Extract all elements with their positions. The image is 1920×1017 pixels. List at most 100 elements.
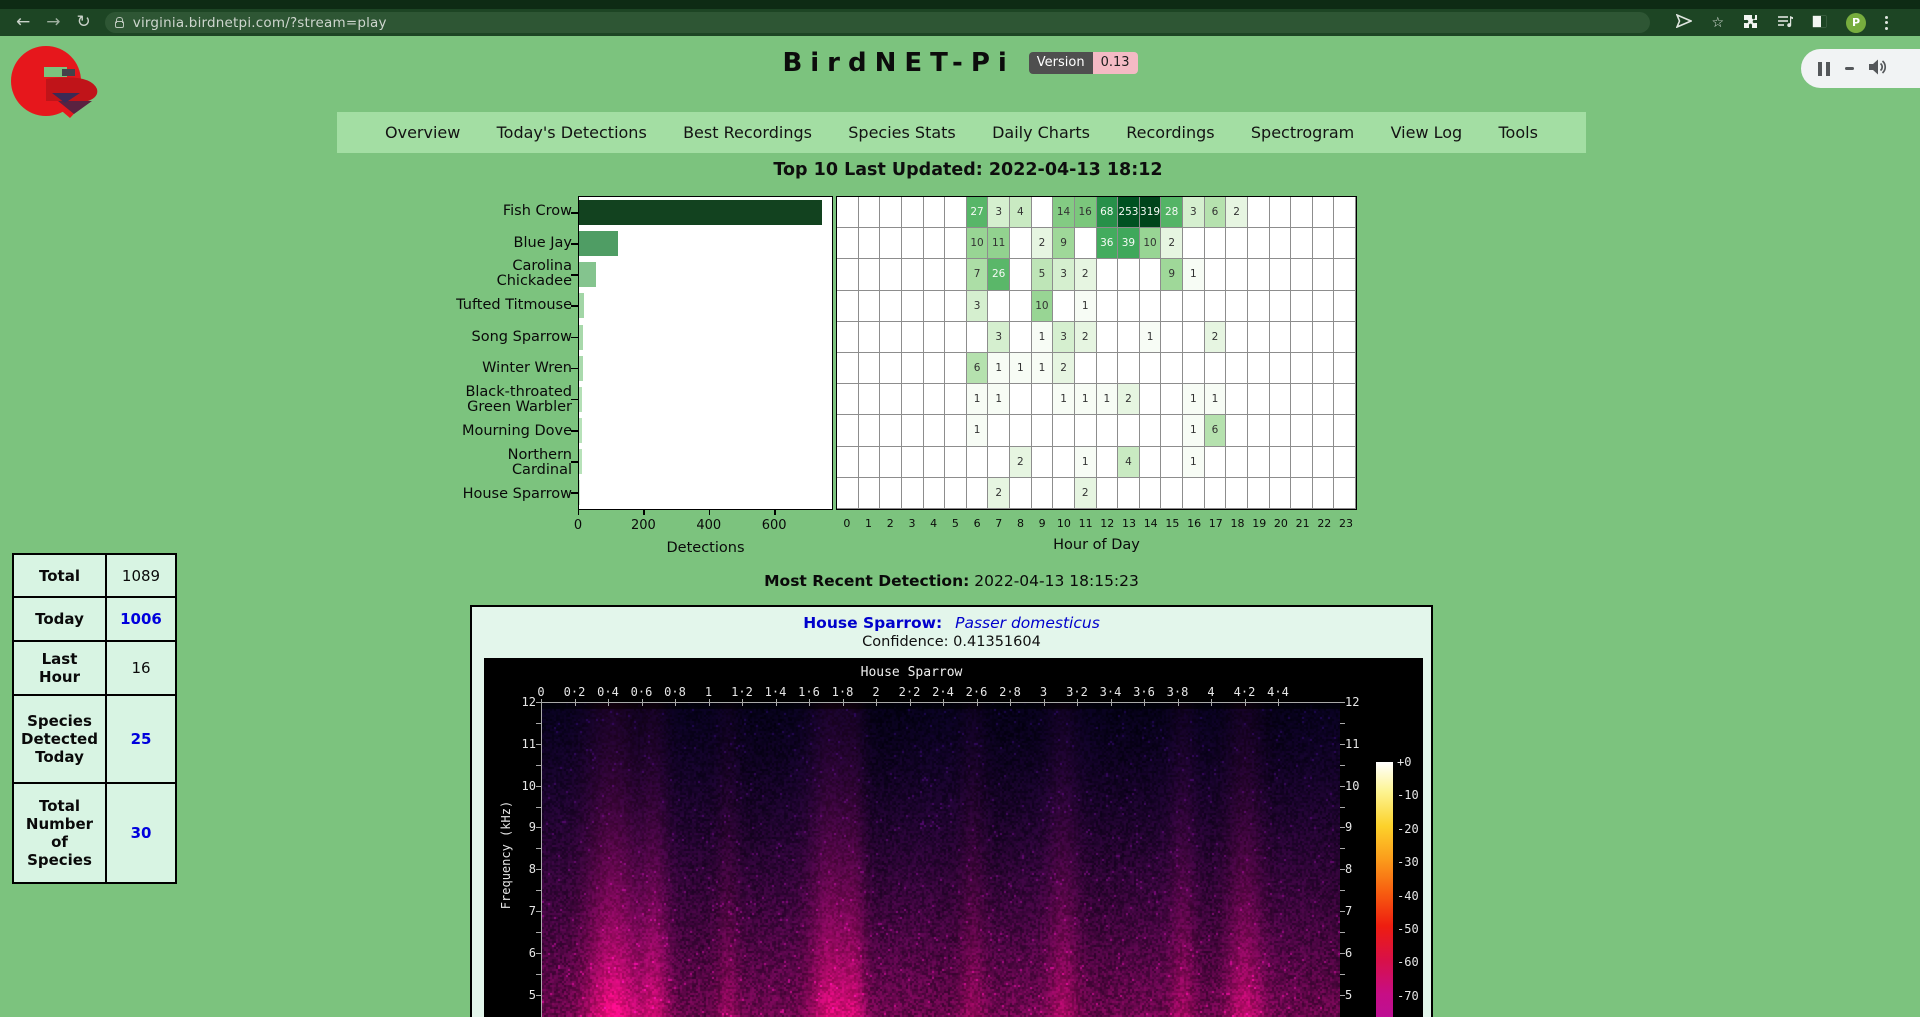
stats-value[interactable]: 30 — [131, 824, 152, 842]
heatmap-cell: 6 — [1205, 197, 1227, 228]
nav-item-best-recordings[interactable]: Best Recordings — [683, 123, 812, 142]
most-recent-detection: Most Recent Detection: 2022-04-13 18:15:… — [470, 572, 1433, 590]
heatmap-cell: 3 — [1053, 259, 1075, 290]
detections-bar — [579, 200, 822, 225]
audio-player[interactable] — [1801, 49, 1920, 88]
heatmap-cell — [1226, 384, 1248, 415]
heatmap-cell — [837, 353, 859, 384]
forward-icon[interactable]: → — [46, 14, 60, 31]
heatmap-cell — [1226, 447, 1248, 478]
nav-item-today-s-detections[interactable]: Today's Detections — [497, 123, 647, 142]
share-icon[interactable] — [1676, 14, 1692, 31]
seek-handle[interactable] — [1845, 67, 1854, 70]
nav-item-recordings[interactable]: Recordings — [1126, 123, 1214, 142]
stats-value[interactable]: 1006 — [120, 610, 162, 628]
back-icon[interactable]: ← — [16, 14, 30, 31]
heatmap-cell — [1183, 322, 1205, 353]
heatmap-cell — [1032, 478, 1054, 509]
heatmap-cell — [859, 228, 881, 259]
heatmap-cell: 5 — [1032, 259, 1054, 290]
detections-bar — [579, 356, 583, 381]
hour-tick: 20 — [1270, 517, 1292, 530]
heatmap-cell — [1248, 291, 1270, 322]
stats-label: Total — [13, 554, 106, 597]
species-label: House Sparrow — [350, 479, 572, 510]
browser-menu-icon[interactable] — [1885, 16, 1888, 30]
freq-tick: 7 — [1345, 904, 1352, 918]
version-value: 0.13 — [1093, 52, 1138, 74]
bookmark-star-icon[interactable]: ☆ — [1711, 16, 1724, 30]
colorbar-tick: -40 — [1397, 889, 1419, 903]
heatmap-cell — [1097, 322, 1119, 353]
species-common-name-link[interactable]: House Sparrow: — [803, 614, 942, 632]
url-text[interactable]: virginia.birdnetpi.com/?stream=play — [133, 15, 387, 31]
heatmap-cell — [1010, 291, 1032, 322]
heatmap-cell: 10 — [1032, 291, 1054, 322]
species-label: Winter Wren — [350, 353, 572, 384]
heatmap-cell — [945, 478, 967, 509]
heatmap-cell — [1291, 291, 1313, 322]
main-nav: Overview Today's Detections Best Recording… — [337, 112, 1586, 153]
detection-confidence: Confidence: 0.41351604 — [472, 634, 1431, 650]
heatmap-cell — [1097, 415, 1119, 446]
nav-item-tools[interactable]: Tools — [1499, 123, 1538, 142]
extensions-puzzle-icon[interactable] — [1743, 14, 1758, 32]
hour-tick: 12 — [1096, 517, 1118, 530]
heatmap-cell — [1183, 291, 1205, 322]
nav-item-spectrogram[interactable]: Spectrogram — [1251, 123, 1354, 142]
hour-tick: 3 — [901, 517, 923, 530]
heatmap-cell: 3 — [1183, 197, 1205, 228]
heatmap-cell: 253 — [1118, 197, 1140, 228]
nav-item-daily-charts[interactable]: Daily Charts — [992, 123, 1090, 142]
heatmap-cell — [837, 478, 859, 509]
spectrogram-ylabel: Frequency (kHz) — [499, 795, 513, 915]
page-header: BirdNET-Pi Version 0.13 — [0, 48, 1920, 78]
heatmap-cell — [837, 322, 859, 353]
heatmap-cell — [902, 322, 924, 353]
volume-icon[interactable] — [1868, 58, 1888, 80]
heatmap-cell — [1248, 259, 1270, 290]
reload-icon[interactable]: ↻ — [77, 14, 91, 31]
bar-axis-tick: 600 — [754, 518, 794, 533]
heatmap-cell: 319 — [1140, 197, 1162, 228]
heatmap-cell: 7 — [967, 259, 989, 290]
heatmap-cell: 1 — [1010, 353, 1032, 384]
heatmap-cell: 26 — [988, 259, 1010, 290]
hour-tick: 10 — [1053, 517, 1075, 530]
heatmap-cell — [1226, 291, 1248, 322]
hour-tick: 7 — [988, 517, 1010, 530]
heatmap-cell — [1270, 322, 1292, 353]
colorbar-tick: -20 — [1397, 822, 1419, 836]
side-panel-icon[interactable] — [1812, 15, 1827, 31]
hour-tick: 6 — [966, 517, 988, 530]
heatmap-cell — [1313, 447, 1335, 478]
heatmap-cell: 39 — [1118, 228, 1140, 259]
heatmap-cell — [1226, 415, 1248, 446]
profile-avatar[interactable]: P — [1846, 13, 1866, 33]
heatmap-cell — [988, 447, 1010, 478]
hour-tick: 17 — [1205, 517, 1227, 530]
media-playlist-icon[interactable] — [1777, 15, 1793, 31]
freq-tick: 9 — [1345, 820, 1352, 834]
heatmap-cell — [859, 259, 881, 290]
heatmap-cell — [1053, 415, 1075, 446]
heatmap-cell — [1291, 259, 1313, 290]
address-bar[interactable]: virginia.birdnetpi.com/?stream=play — [105, 12, 1650, 33]
freq-tick: 11 — [1345, 737, 1359, 751]
heatmap-cell — [1226, 322, 1248, 353]
heatmap-cell: 2 — [1075, 322, 1097, 353]
heatmap-xlabel: Hour of Day — [836, 537, 1357, 553]
heatmap-cell — [902, 228, 924, 259]
pause-icon[interactable] — [1818, 62, 1830, 76]
stats-value: 16 — [131, 659, 150, 677]
heatmap-cell — [1075, 228, 1097, 259]
heatmap-cell — [1334, 353, 1356, 384]
nav-item-view-log[interactable]: View Log — [1391, 123, 1463, 142]
heatmap-cell: 2 — [1161, 228, 1183, 259]
nav-item-species-stats[interactable]: Species Stats — [848, 123, 956, 142]
nav-item-overview[interactable]: Overview — [385, 123, 460, 142]
recent-timestamp: 2022-04-13 18:15:23 — [974, 572, 1139, 590]
freq-tick: 12 — [502, 695, 536, 709]
stats-value[interactable]: 25 — [131, 730, 152, 748]
freq-tick: 10 — [1345, 779, 1359, 793]
